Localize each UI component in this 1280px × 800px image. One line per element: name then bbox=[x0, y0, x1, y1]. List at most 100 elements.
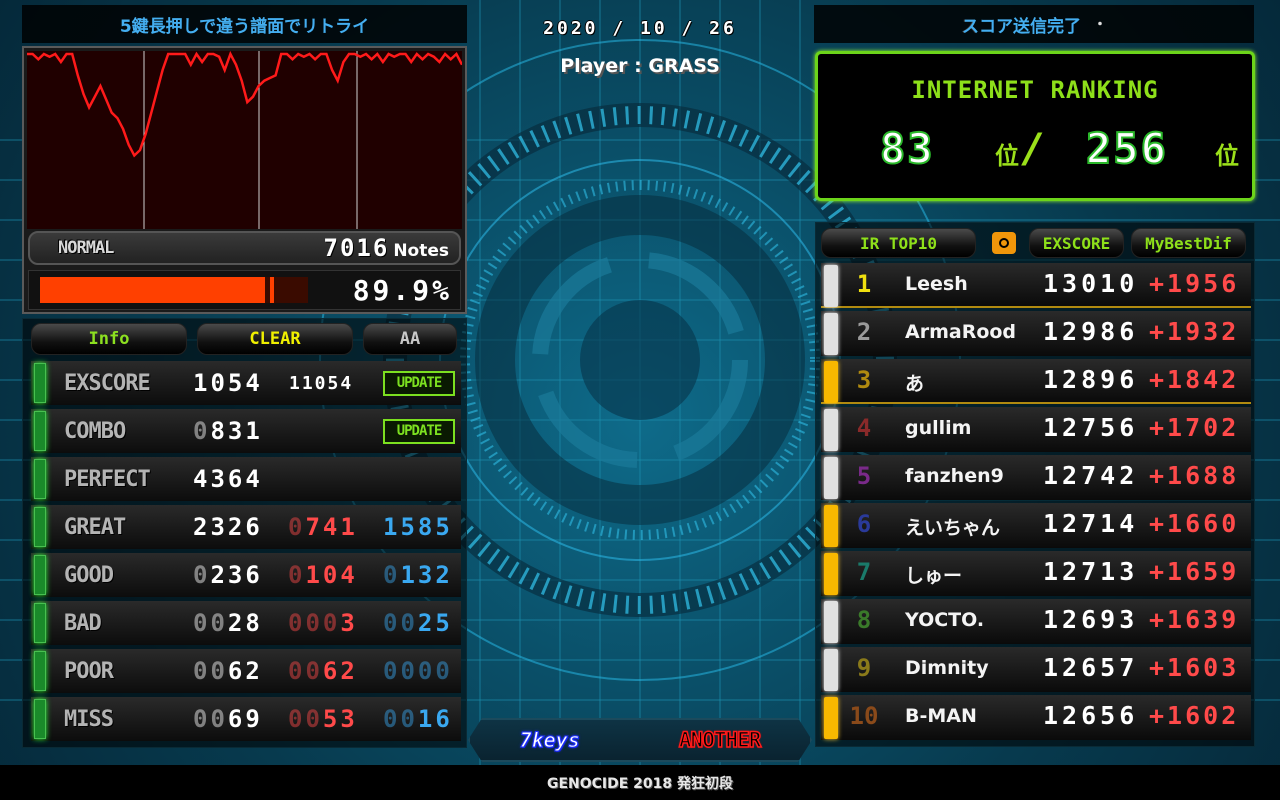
ranking-row[interactable]: 3 あ 12896 +1842 bbox=[821, 359, 1251, 404]
stat-best-value: 11054 bbox=[289, 372, 354, 394]
tab-info[interactable]: Info bbox=[31, 323, 187, 355]
ranking-row[interactable]: 1 Leesh 13010 +1956 bbox=[821, 263, 1251, 308]
ranking-row[interactable]: 7 しゅー 12713 +1659 bbox=[821, 551, 1251, 596]
retry-hint-text: 5鍵長押しで違う譜面でリトライ bbox=[119, 16, 370, 37]
fast-leading-zeros: 00 bbox=[288, 705, 323, 733]
rank-indicator-light bbox=[824, 409, 838, 451]
rank-number: 3 bbox=[856, 366, 872, 394]
stat-label: BAD bbox=[64, 610, 102, 636]
song-title: GENOCIDE 2018 発狂初段 bbox=[546, 775, 734, 792]
stat-label: GOOD bbox=[64, 562, 114, 588]
player-name: B-MAN bbox=[905, 705, 977, 727]
ir-rank-row: 83 位 / 256 位 bbox=[818, 123, 1252, 174]
stat-fast-value: 0062 bbox=[288, 657, 358, 685]
stat-value: 1054 bbox=[193, 369, 263, 397]
rank-score: 12896 bbox=[1043, 365, 1139, 394]
stat-value-digits: 236 bbox=[210, 561, 263, 589]
player-name: しゅー bbox=[905, 565, 963, 587]
stat-value-digits: 4364 bbox=[193, 465, 263, 493]
stat-fast-value: 0104 bbox=[288, 561, 358, 589]
screenshot-button[interactable] bbox=[991, 228, 1017, 258]
stat-indicator-light bbox=[34, 363, 46, 403]
stat-value-leading-zeros: 00 bbox=[193, 609, 228, 637]
rank-score: 12656 bbox=[1043, 701, 1139, 730]
ir-rank-unit: 位 bbox=[995, 142, 1019, 170]
player-name: Dimnity bbox=[905, 657, 989, 679]
rank-number: 4 bbox=[856, 414, 872, 442]
ranking-row[interactable]: 9 Dimnity 12657 +1603 bbox=[821, 647, 1251, 692]
gauge-graph-svg bbox=[27, 51, 462, 229]
notes-label: Notes bbox=[393, 241, 449, 261]
stat-row-great: GREAT 2326 0741 1585 bbox=[31, 505, 461, 549]
rank-score: 12756 bbox=[1043, 413, 1139, 442]
player-name: gullim bbox=[905, 417, 972, 439]
player-name: Player : GRASS bbox=[560, 55, 720, 77]
fast-digits: 104 bbox=[305, 561, 358, 589]
stat-indicator-light bbox=[34, 699, 46, 739]
play-date: 2020 / 10 / 26 bbox=[543, 18, 737, 39]
retry-hint-banner: 5鍵長押しで違う譜面でリトライ bbox=[22, 5, 467, 43]
ranking-row[interactable]: 6 えいちゃん 12714 +1660 bbox=[821, 503, 1251, 548]
player-name: YOCTO. bbox=[905, 609, 985, 631]
tab-ir-top10[interactable]: IR TOP10 bbox=[821, 228, 976, 258]
result-stats-panel: Info CLEAR AA EXSCORE 1054 11054 UPDATE COMB… bbox=[22, 318, 467, 748]
stat-value-leading-zeros: 0 bbox=[193, 561, 211, 589]
rank-score-diff: +1932 bbox=[1149, 317, 1240, 346]
song-title-bar: GENOCIDE 2018 発狂初段 bbox=[0, 765, 1280, 800]
tab-rank[interactable]: AA bbox=[363, 323, 457, 355]
fast-digits: 53 bbox=[322, 705, 358, 733]
ranking-row[interactable]: 10 B-MAN 12656 +1602 bbox=[821, 695, 1251, 740]
stat-value-digits: 2326 bbox=[193, 513, 263, 541]
slow-digits: 1585 bbox=[383, 513, 453, 541]
slow-leading-zeros: 0000 bbox=[383, 657, 453, 685]
stat-value: 4364 bbox=[193, 465, 263, 493]
gauge-bar-fill bbox=[40, 277, 265, 303]
stat-value: 2326 bbox=[193, 513, 263, 541]
notes-info-bar: NORMAL 7016 Notes bbox=[28, 231, 461, 265]
ranking-row[interactable]: 4 gullim 12756 +1702 bbox=[821, 407, 1251, 452]
rank-score-diff: +1842 bbox=[1149, 365, 1240, 394]
stat-row-miss: MISS 0069 0053 0016 bbox=[31, 697, 461, 741]
rank-score: 12713 bbox=[1043, 557, 1139, 586]
ir-total-unit: 位 bbox=[1215, 142, 1239, 170]
stat-indicator-light bbox=[34, 603, 46, 643]
player-name: fanzhen9 bbox=[905, 465, 1004, 487]
rank-number: 9 bbox=[856, 654, 872, 682]
ranking-row[interactable]: 8 YOCTO. 12693 +1639 bbox=[821, 599, 1251, 644]
stat-value-digits: 1054 bbox=[193, 369, 263, 397]
rank-score: 12714 bbox=[1043, 509, 1139, 538]
stat-row-bad: BAD 0028 0003 0025 bbox=[31, 601, 461, 645]
rank-score: 12986 bbox=[1043, 317, 1139, 346]
chart-difficulty-label: ANOTHER bbox=[678, 728, 761, 752]
slow-leading-zeros: 0 bbox=[383, 561, 401, 589]
stat-slow-value: 0025 bbox=[383, 609, 453, 637]
slow-digits: 16 bbox=[417, 705, 453, 733]
ranking-row[interactable]: 5 fanzhen9 12742 +1688 bbox=[821, 455, 1251, 500]
fast-leading-zeros: 0 bbox=[288, 561, 306, 589]
stat-value-digits: 69 bbox=[227, 705, 263, 733]
gauge-line bbox=[27, 51, 462, 158]
clear-gauge-row: 89.9% bbox=[28, 270, 461, 310]
stat-value-digits: 62 bbox=[227, 657, 263, 685]
rank-indicator-light bbox=[824, 697, 838, 739]
internet-ranking-box: INTERNET RANKING 83 位 / 256 位 bbox=[815, 51, 1255, 201]
stat-label: GREAT bbox=[64, 514, 126, 540]
ir-status-text: スコア送信完了 bbox=[962, 16, 1081, 37]
tab-clear-type[interactable]: CLEAR bbox=[197, 323, 353, 355]
rank-score-diff: +1660 bbox=[1149, 509, 1240, 538]
gauge-percent: 89.9% bbox=[352, 273, 452, 307]
stat-value: 0028 bbox=[193, 609, 263, 637]
slow-digits: 25 bbox=[417, 609, 453, 637]
difficulty-label: NORMAL bbox=[58, 238, 114, 258]
stat-slow-value: 0000 bbox=[383, 657, 453, 685]
stat-indicator-light bbox=[34, 507, 46, 547]
stat-value: 0236 bbox=[193, 561, 263, 589]
slow-leading-zeros: 00 bbox=[383, 705, 418, 733]
tab-exscore[interactable]: EXSCORE bbox=[1029, 228, 1124, 258]
ir-total: 256 bbox=[1085, 123, 1168, 174]
top10-tab-row: IR TOP10 EXSCORE MyBestDif bbox=[821, 226, 1251, 260]
mode-bar: 7keys ANOTHER bbox=[468, 718, 812, 762]
stat-value-digits: 831 bbox=[210, 417, 263, 445]
tab-mybestdif[interactable]: MyBestDif bbox=[1131, 228, 1246, 258]
ranking-row[interactable]: 2 ArmaRood 12986 +1932 bbox=[821, 311, 1251, 356]
